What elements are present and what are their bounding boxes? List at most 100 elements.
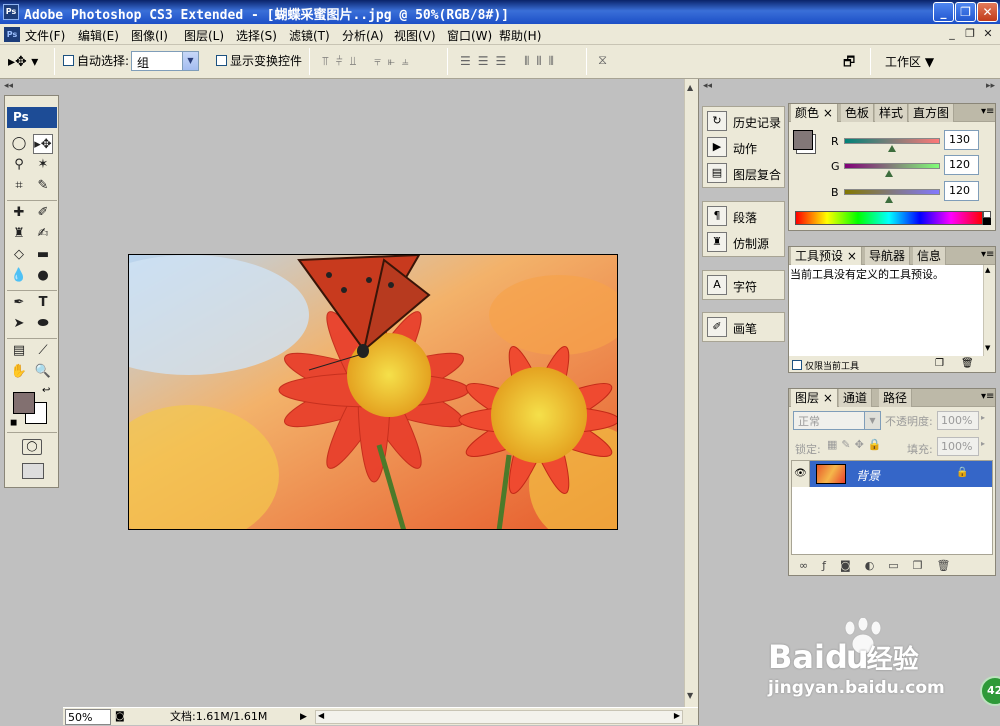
doc-close-button[interactable]: ✕ [981, 27, 995, 41]
move-tool-icon[interactable]: ▸✥ [33, 134, 53, 154]
move-tool-preset-icon[interactable]: ▸✥ ▾ [8, 51, 48, 73]
lock-icons[interactable]: ▦✎✥🔒 [827, 438, 886, 451]
file-browser-icon[interactable]: 🗗 [843, 53, 865, 71]
show-transform-checkbox[interactable] [216, 55, 227, 66]
workspace-button[interactable]: 工作区 ▼ [885, 53, 934, 70]
eyedropper-tool-icon[interactable]: ⟋ [33, 341, 53, 361]
auto-select-checkbox[interactable] [63, 55, 74, 66]
scroll-up-arrow-icon[interactable]: ▲ [687, 83, 693, 92]
fill-arrow-icon[interactable]: ▸ [981, 439, 985, 448]
scroll-up-arrow-icon[interactable]: ▲ [985, 266, 990, 274]
slice-tool-icon[interactable]: ✎ [33, 176, 53, 196]
scroll-left-arrow-icon[interactable]: ◀ [318, 711, 324, 720]
marquee-tool-icon[interactable]: ◯ [9, 134, 29, 154]
eye-icon[interactable]: 👁 [792, 461, 810, 487]
white-swatch[interactable] [983, 211, 991, 218]
blue-slider-thumb[interactable] [885, 196, 893, 203]
zoom-field[interactable]: 50% [65, 709, 111, 725]
scroll-down-arrow-icon[interactable]: ▼ [687, 691, 693, 700]
menu-image[interactable]: 图像(I) [131, 27, 168, 44]
horizontal-scrollbar[interactable]: ◀ ▶ [315, 710, 683, 724]
opacity-arrow-icon[interactable]: ▸ [981, 413, 985, 422]
dodge-tool-icon[interactable]: ● [33, 266, 53, 286]
history-brush-tool-icon[interactable]: ✍ [33, 224, 53, 244]
expand-arrow-icon[interactable]: ▸▸ [986, 81, 995, 91]
foreground-color-swatch-top[interactable] [13, 392, 35, 414]
zoom-tool-icon[interactable]: 🔍 [33, 362, 53, 382]
dock-item-layer-comps[interactable]: ▤ 图层复合 [707, 161, 785, 185]
dock-item-paragraph[interactable]: ¶ 段落 [707, 204, 785, 228]
scroll-down-arrow-icon[interactable]: ▼ [985, 344, 990, 352]
doc-restore-button[interactable]: ❐ [963, 27, 977, 41]
quick-mask-icon[interactable]: ◯ [22, 439, 42, 455]
fg-color-swatch[interactable] [793, 130, 813, 150]
close-button[interactable]: ✕ [977, 2, 998, 22]
fill-field[interactable]: 100% [937, 437, 979, 456]
swap-colors-icon[interactable]: ↩ [42, 385, 50, 396]
collapse-arrow-icon[interactable]: ◂◂ [703, 81, 712, 91]
tab-info[interactable]: 信息 [913, 247, 947, 265]
dock-item-character[interactable]: A 字符 [707, 273, 785, 297]
tab-styles[interactable]: 样式 [875, 104, 909, 122]
status-menu-arrow-icon[interactable]: ▶ [300, 709, 307, 725]
lasso-tool-icon[interactable]: ⚲ [9, 155, 29, 175]
toolbox-header[interactable]: Ps [7, 107, 57, 128]
menu-window[interactable]: 窗口(W) [447, 27, 492, 44]
blur-tool-icon[interactable]: 💧 [9, 266, 29, 286]
menu-select[interactable]: 选择(S) [236, 27, 277, 44]
black-swatch[interactable] [983, 218, 991, 225]
menu-view[interactable]: 视图(V) [394, 27, 436, 44]
tab-paths[interactable]: 路径 [879, 389, 913, 407]
green-slider-thumb[interactable] [885, 170, 893, 177]
tab-color[interactable]: 颜色 × [791, 104, 838, 122]
panel-menu-icon[interactable]: ▾≡ [981, 106, 994, 117]
status-icon[interactable]: ◙ [115, 709, 125, 725]
menu-file[interactable]: 文件(F) [25, 27, 65, 44]
layer-name[interactable]: 背景 [856, 467, 880, 484]
screen-mode-icon[interactable] [22, 463, 44, 479]
layer-footer-icons[interactable]: ∞ƒ◙◐▭❐🗑 [799, 559, 965, 572]
align-icons[interactable]: ⫪⫩⫫ ⫧⫦⫨ [322, 54, 416, 69]
panel-menu-icon[interactable]: ▾≡ [981, 249, 994, 260]
layer-row-background[interactable]: 👁 背景 🔒 [792, 461, 992, 487]
scroll-right-arrow-icon[interactable]: ▶ [674, 711, 680, 720]
clone-stamp-tool-icon[interactable]: ♜ [9, 224, 29, 244]
document-icon[interactable]: Ps [4, 27, 20, 42]
default-colors-icon[interactable]: ◼ [10, 418, 17, 428]
crop-tool-icon[interactable]: ⌗ [9, 176, 29, 196]
new-preset-icon[interactable]: ❐ [935, 358, 944, 369]
delete-preset-icon[interactable]: 🗑 [961, 358, 974, 369]
menu-layer[interactable]: 图层(L) [184, 27, 224, 44]
distribute-icons[interactable]: ☰☰☰ ⦀⦀⦀ [460, 54, 561, 69]
color-spectrum-bar[interactable] [795, 211, 983, 225]
brush-tool-icon[interactable]: ✐ [33, 203, 53, 223]
opacity-field[interactable]: 100% [937, 411, 979, 430]
path-selection-tool-icon[interactable]: ➤ [9, 314, 29, 334]
minimize-button[interactable]: _ [933, 2, 954, 22]
tab-tool-presets[interactable]: 工具预设 × [791, 247, 862, 265]
current-tool-only-checkbox[interactable] [792, 360, 802, 370]
red-slider-thumb[interactable] [888, 145, 896, 152]
shape-tool-icon[interactable]: ⬬ [33, 314, 53, 334]
blue-slider[interactable] [844, 189, 940, 195]
doc-minimize-button[interactable]: _ [945, 27, 959, 41]
collapse-arrow-icon[interactable]: ◂◂ [4, 81, 13, 91]
dock-item-clone-source[interactable]: ♜ 仿制源 [707, 230, 785, 254]
tab-navigator[interactable]: 导航器 [865, 247, 911, 265]
auto-select-dropdown[interactable]: 组 ▼ [131, 51, 199, 71]
red-slider[interactable] [844, 138, 940, 144]
tab-layers[interactable]: 图层 × [791, 389, 838, 407]
type-tool-icon[interactable]: T [33, 293, 53, 313]
maximize-button[interactable]: ❐ [955, 2, 976, 22]
red-value-field[interactable]: 130 [944, 130, 979, 150]
tool-presets-list[interactable]: 当前工具没有定义的工具预设。 [789, 265, 983, 356]
green-slider[interactable] [844, 163, 940, 169]
layers-list[interactable]: 👁 背景 🔒 [791, 460, 993, 555]
menu-analysis[interactable]: 分析(A) [342, 27, 384, 44]
eraser-tool-icon[interactable]: ◇ [9, 245, 29, 265]
magic-wand-tool-icon[interactable]: ✶ [33, 155, 53, 175]
blue-value-field[interactable]: 120 [944, 181, 979, 201]
dock-item-actions[interactable]: ▶ 动作 [707, 135, 785, 159]
vertical-scrollbar[interactable]: ▲ ▼ [684, 79, 698, 707]
auto-align-icon[interactable]: ⧖ [598, 53, 607, 68]
